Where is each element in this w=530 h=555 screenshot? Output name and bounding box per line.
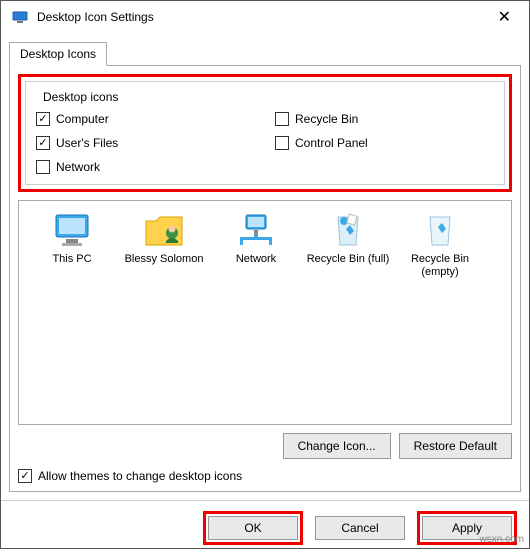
check-icon	[36, 112, 50, 126]
checkbox-control-panel[interactable]: Control Panel	[275, 136, 494, 150]
icon-label: This PC	[29, 253, 115, 266]
fieldset-legend: Desktop icons	[40, 90, 121, 104]
checkbox-label: Control Panel	[295, 136, 368, 150]
checkbox-recycle-bin[interactable]: Recycle Bin	[275, 112, 494, 126]
preview-item-this-pc[interactable]: This PC	[29, 211, 115, 279]
icon-row: This PC Blessy Solomon Network	[29, 211, 501, 279]
recycle-full-icon	[326, 211, 370, 249]
check-icon	[18, 469, 32, 483]
dialog-window: Desktop Icon Settings ✕ Desktop Icons De…	[0, 0, 530, 549]
cancel-button[interactable]: Cancel	[315, 516, 405, 540]
desktop-icons-fieldset: Desktop icons Computer Recycle Bin User'…	[25, 81, 505, 185]
checkbox-computer[interactable]: Computer	[36, 112, 255, 126]
icon-buttons-row: Change Icon... Restore Default	[18, 433, 512, 459]
window-title: Desktop Icon Settings	[37, 10, 490, 24]
restore-default-button[interactable]: Restore Default	[399, 433, 512, 459]
checkbox-label: Allow themes to change desktop icons	[38, 469, 242, 483]
tab-panel: Desktop icons Computer Recycle Bin User'…	[9, 65, 521, 492]
watermark: wsxn.com	[480, 534, 524, 545]
change-icon-button[interactable]: Change Icon...	[283, 433, 391, 459]
icon-label: Recycle Bin (empty)	[397, 253, 483, 279]
checkbox-label: Network	[56, 160, 100, 174]
titlebar: Desktop Icon Settings ✕	[1, 1, 529, 33]
computer-icon	[50, 211, 94, 249]
icon-label: Blessy Solomon	[121, 253, 207, 266]
tabs: Desktop Icons	[1, 33, 529, 65]
check-icon	[275, 112, 289, 126]
icon-preview-panel: This PC Blessy Solomon Network	[18, 200, 512, 425]
highlight-frame-top: Desktop icons Computer Recycle Bin User'…	[18, 74, 512, 192]
close-button[interactable]: ✕	[490, 7, 519, 27]
tab-desktop-icons[interactable]: Desktop Icons	[9, 42, 107, 66]
preview-item-recycle-empty[interactable]: Recycle Bin (empty)	[397, 211, 483, 279]
checkbox-label: User's Files	[56, 136, 118, 150]
network-icon	[234, 211, 278, 249]
highlight-frame-ok: OK	[203, 511, 303, 545]
checkbox-label: Computer	[56, 112, 109, 126]
dialog-button-bar: OK Cancel Apply	[1, 500, 529, 555]
check-icon	[36, 160, 50, 174]
checkbox-grid: Computer Recycle Bin User's Files Contro…	[36, 112, 494, 174]
check-icon	[275, 136, 289, 150]
allow-themes-checkbox[interactable]: Allow themes to change desktop icons	[18, 469, 512, 483]
checkbox-network[interactable]: Network	[36, 160, 255, 174]
check-icon	[36, 136, 50, 150]
app-icon	[11, 8, 29, 26]
icon-label: Recycle Bin (full)	[305, 253, 391, 266]
icon-label: Network	[213, 253, 299, 266]
user-folder-icon	[142, 211, 186, 249]
recycle-empty-icon	[418, 211, 462, 249]
checkbox-label: Recycle Bin	[295, 112, 358, 126]
checkbox-users-files[interactable]: User's Files	[36, 136, 255, 150]
ok-button[interactable]: OK	[208, 516, 298, 540]
preview-item-recycle-full[interactable]: Recycle Bin (full)	[305, 211, 391, 279]
preview-item-network[interactable]: Network	[213, 211, 299, 279]
preview-item-user[interactable]: Blessy Solomon	[121, 211, 207, 279]
